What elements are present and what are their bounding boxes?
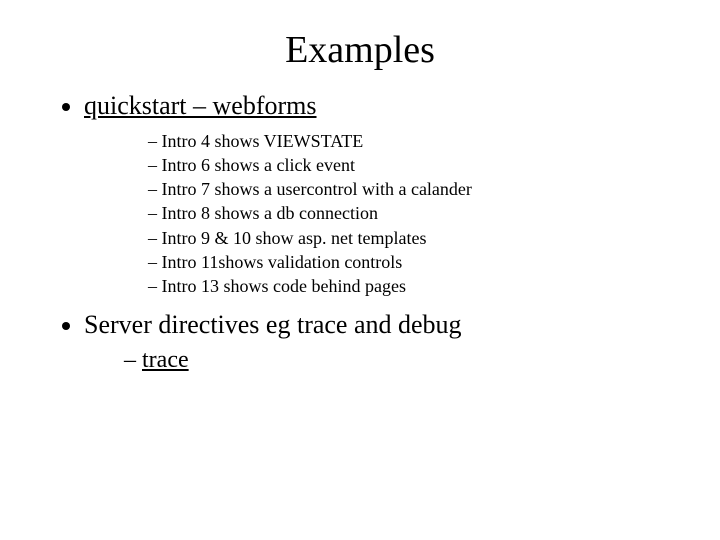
sub-bullet: Intro 13 shows code behind pages	[148, 274, 670, 298]
sub-bullet: Intro 11shows validation controls	[148, 250, 670, 274]
sub-bullet: Intro 9 & 10 show asp. net templates	[148, 226, 670, 250]
sub-bullet-trace: trace	[124, 345, 670, 375]
sub-bullet-list: trace	[84, 345, 670, 375]
bullet-list: quickstart – webforms Intro 4 shows VIEW…	[50, 90, 670, 375]
bullet-quickstart: quickstart – webforms Intro 4 shows VIEW…	[84, 90, 670, 299]
sub-bullet-list: Intro 4 shows VIEWSTATE Intro 6 shows a …	[84, 129, 670, 299]
bullet-server-directives: Server directives eg trace and debug tra…	[84, 309, 670, 376]
slide-title: Examples	[50, 28, 670, 72]
sub-bullet: Intro 8 shows a db connection	[148, 201, 670, 225]
sub-bullet: Intro 4 shows VIEWSTATE	[148, 129, 670, 153]
quickstart-webforms-link[interactable]: quickstart – webforms	[84, 91, 317, 120]
sub-bullet: Intro 6 shows a click event	[148, 153, 670, 177]
slide: Examples quickstart – webforms Intro 4 s…	[0, 0, 720, 540]
bullet-text: Server directives eg trace and debug	[84, 310, 462, 339]
sub-bullet: Intro 7 shows a usercontrol with a calan…	[148, 177, 670, 201]
trace-link[interactable]: trace	[142, 347, 189, 373]
